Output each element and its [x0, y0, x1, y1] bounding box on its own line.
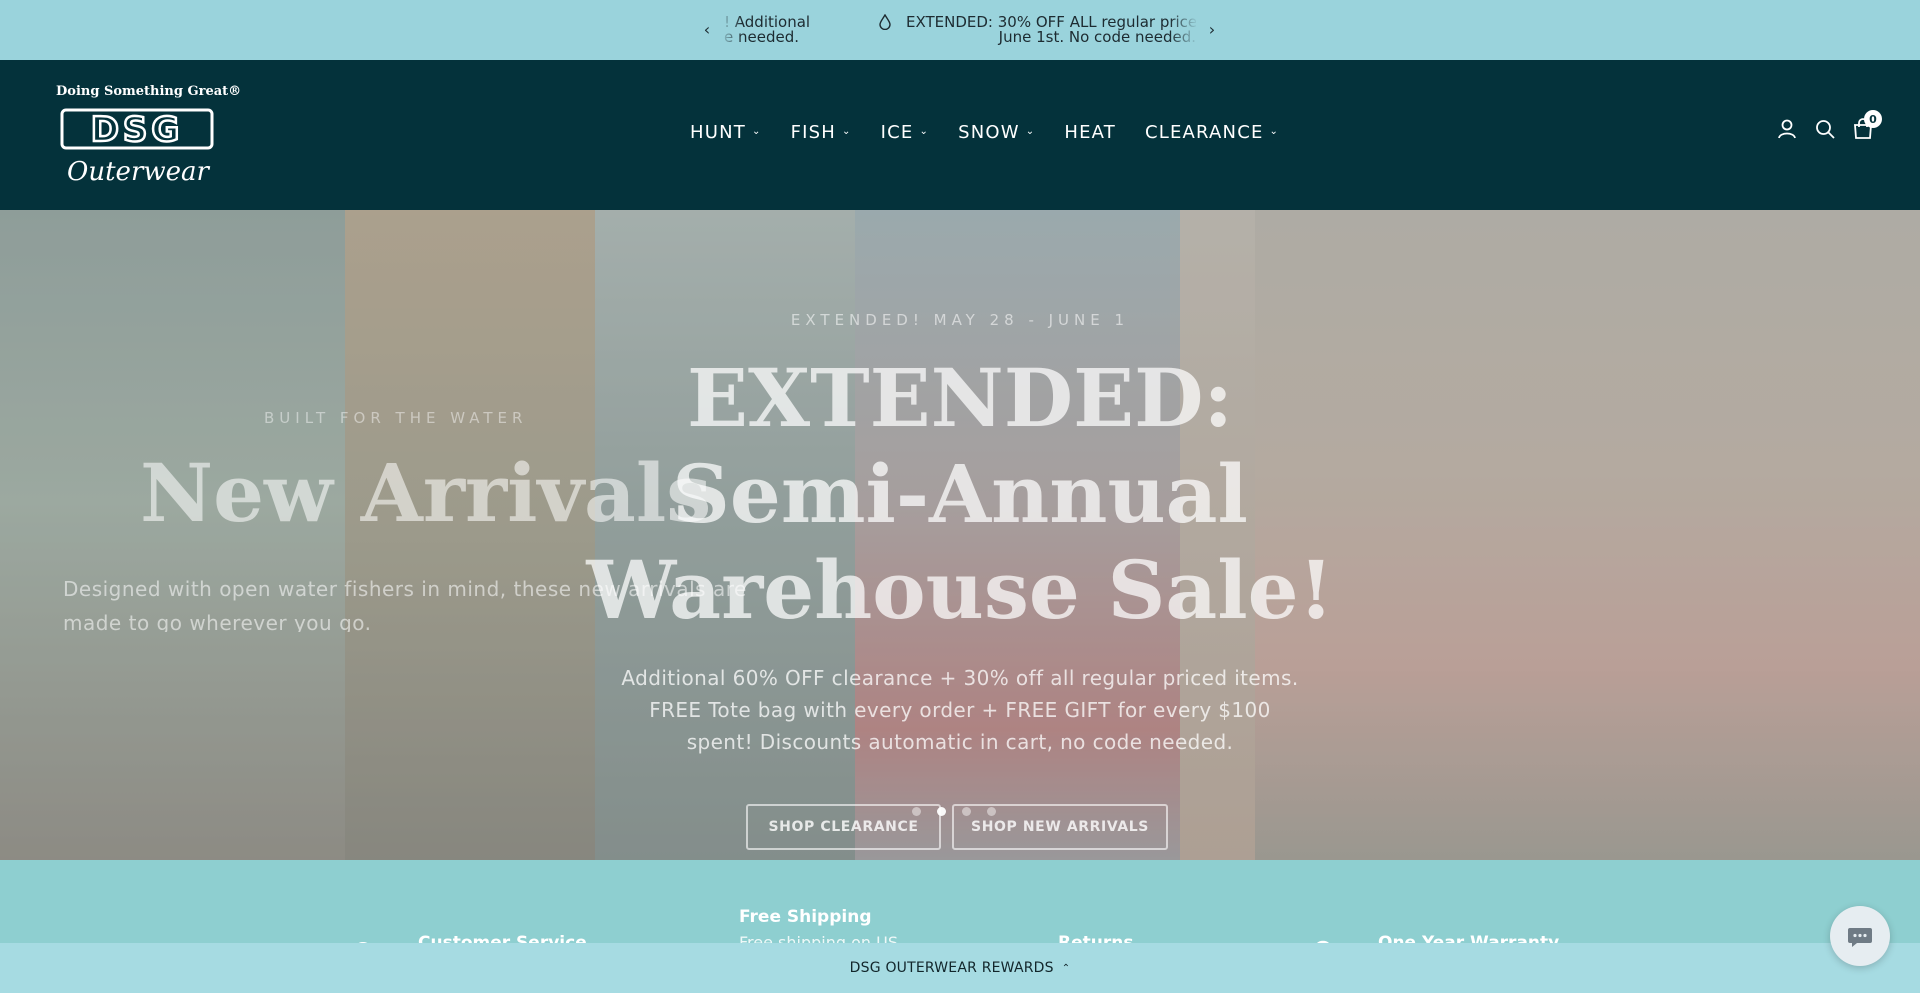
chevron-down-icon: ⌄	[919, 126, 930, 137]
hero-title-line2: Semi-Annual	[672, 447, 1248, 541]
hero-description: Additional 60% OFF clearance + 30% off a…	[621, 666, 1299, 754]
logo-script: Outerwear	[67, 157, 210, 187]
slide-dots	[912, 807, 996, 816]
nav-item-heat[interactable]: HEAT	[1064, 122, 1116, 143]
prev-slide-eyebrow: BUILT FOR THE WATER	[264, 409, 528, 427]
account-icon[interactable]	[1776, 118, 1798, 140]
announcement-current-line2: June 1st. No code needed.	[998, 28, 1196, 45]
nav-label: CLEARANCE	[1144, 122, 1264, 143]
slide-dot-4[interactable]	[987, 807, 996, 816]
hero-eyebrow: EXTENDED! MAY 28 - JUNE 1	[790, 311, 1130, 329]
announcement-prev-arrow[interactable]: ‹	[695, 17, 719, 41]
cart-button[interactable]: 0	[1852, 110, 1882, 140]
announcement-bar: ‹ ! Additional e needed. EXTENDED: 30% O…	[0, 0, 1920, 60]
hero-title-line1: EXTENDED:	[687, 351, 1233, 445]
announcement-fade-right	[1170, 10, 1198, 50]
nav-label: SNOW	[958, 122, 1020, 143]
nav-label: ICE	[880, 122, 914, 143]
header-actions: 0	[1776, 110, 1882, 140]
droplet-icon	[879, 14, 891, 30]
announcement-fade-left	[720, 10, 742, 50]
chat-icon	[1848, 928, 1872, 947]
nav-label: FISH	[790, 122, 837, 143]
hero-title: EXTENDED: Semi-Annual Warehouse Sale!	[560, 350, 1360, 638]
announcement-next-arrow[interactable]: ›	[1200, 17, 1224, 41]
chevron-up-icon: ⌃	[1061, 962, 1071, 974]
hero-slideshow: BUILT FOR THE WATER New Arrivals Designe…	[0, 210, 1920, 860]
main-nav: HUNT ⌄ FISH ⌄ ICE ⌄ SNOW ⌄ HEAT CLEARANCE ⌄	[690, 122, 1308, 143]
nav-item-fish[interactable]: FISH ⌄	[791, 122, 852, 143]
nav-item-clearance[interactable]: CLEARANCE ⌄	[1145, 122, 1279, 143]
chevron-down-icon: ⌄	[751, 126, 762, 137]
site-header: Doing Something Great® DSG Outerwear HUN…	[0, 60, 1920, 210]
nav-item-snow[interactable]: SNOW ⌄	[958, 122, 1035, 143]
logo-text: DSG	[91, 110, 184, 150]
nav-label: HEAT	[1064, 122, 1116, 143]
rewards-label: DSG OUTERWEAR REWARDS	[849, 960, 1054, 976]
rewards-bar[interactable]: DSG OUTERWEAR REWARDS ⌃	[0, 943, 1920, 993]
slide-dot-2[interactable]	[937, 807, 946, 816]
chevron-down-icon: ⌄	[1269, 126, 1280, 137]
cart-count-badge: 0	[1864, 110, 1882, 128]
hero-title-line3: Warehouse Sale!	[586, 543, 1334, 637]
chat-widget-button[interactable]	[1830, 906, 1890, 966]
nav-item-ice[interactable]: ICE ⌄	[881, 122, 929, 143]
nav-label: HUNT	[690, 122, 746, 143]
site-logo[interactable]: Doing Something Great® DSG Outerwear	[56, 84, 241, 194]
slide-dot-1[interactable]	[912, 807, 921, 816]
chevron-down-icon: ⌄	[842, 126, 852, 137]
logo-tagline: Doing Something Great®	[56, 84, 242, 99]
nav-item-hunt[interactable]: HUNT ⌄	[690, 122, 762, 143]
announcement-current-message[interactable]: EXTENDED: 30% OFF ALL regular priced Jun…	[906, 15, 1196, 45]
feature-title: Free Shipping	[739, 907, 872, 927]
search-icon[interactable]	[1814, 118, 1836, 140]
dsg-logo-mark: DSG Outerwear	[60, 108, 214, 187]
slide-dot-3[interactable]	[962, 807, 971, 816]
chevron-down-icon: ⌄	[1025, 126, 1036, 137]
